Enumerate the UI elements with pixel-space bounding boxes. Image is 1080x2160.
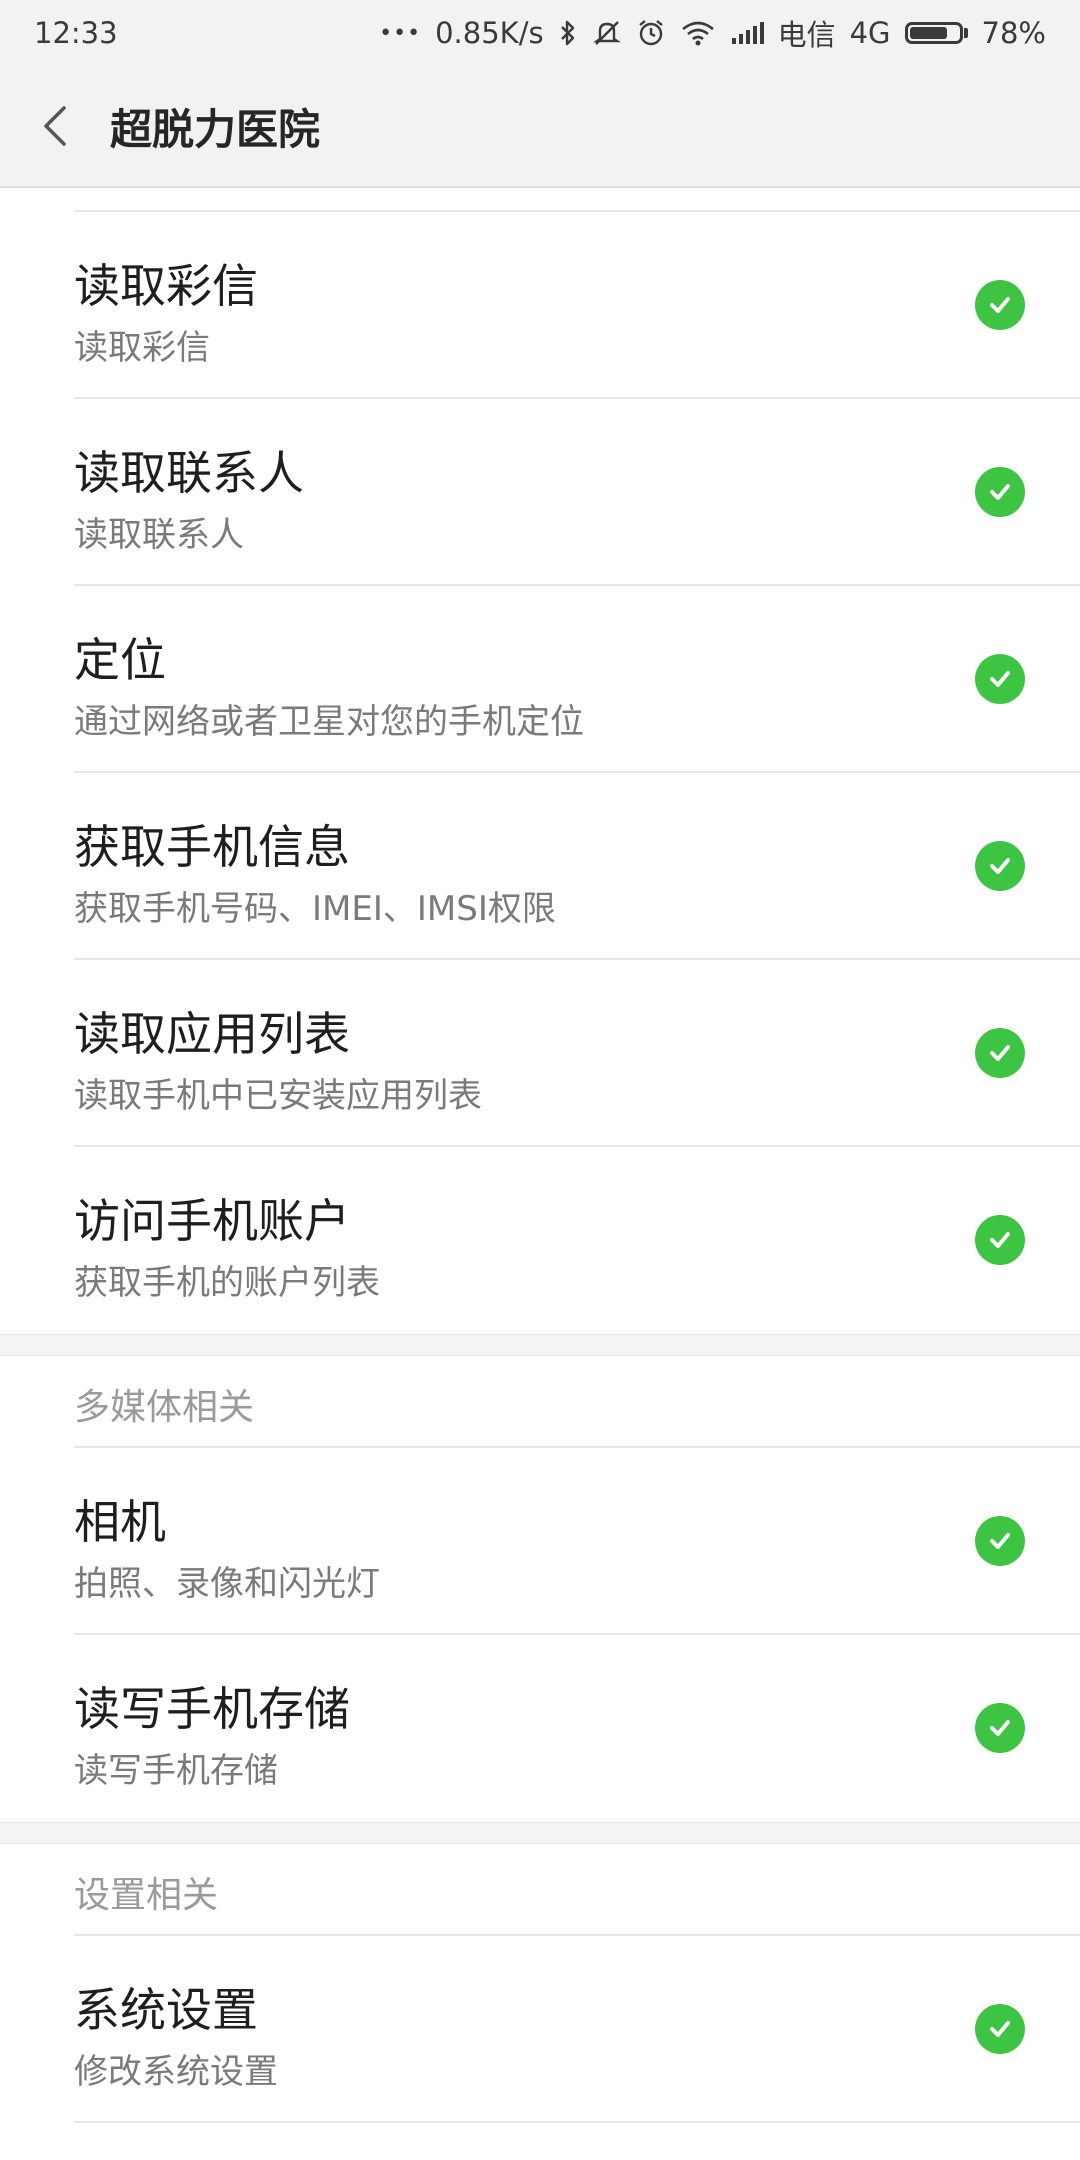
network-type: 4G bbox=[849, 16, 891, 50]
back-button[interactable] bbox=[0, 65, 110, 187]
permission-description: 读写手机存储 bbox=[74, 1751, 278, 1791]
section-header: 多媒体相关 bbox=[74, 1356, 1080, 1448]
permission-title: 访问手机账户 bbox=[74, 1194, 350, 1248]
page-title: 超脱力医院 bbox=[110, 104, 321, 154]
check-icon[interactable] bbox=[975, 1516, 1025, 1566]
status-time: 12:33 bbox=[34, 16, 118, 50]
status-bar: 12:33 ••• 0.85K/s 电信 4G 78% bbox=[0, 0, 1080, 66]
wifi-icon bbox=[680, 19, 716, 47]
permission-description: 修改系统设置 bbox=[74, 2052, 278, 2092]
permission-item[interactable]: 读取彩信 读取彩信 bbox=[74, 212, 1080, 399]
permission-title: 读写手机存储 bbox=[74, 1682, 350, 1736]
permission-description: 读取手机中已安装应用列表 bbox=[74, 1076, 482, 1116]
permission-item[interactable]: 访问手机账户获取手机的账户列表 bbox=[74, 1147, 1080, 1334]
check-icon[interactable] bbox=[975, 654, 1025, 704]
carrier-label: 电信 bbox=[777, 18, 836, 52]
permission-list[interactable]: 读取彩信 读取彩信 读取联系人 读取联系人 定位 通过网络或者卫星对您的手机定位 获取手机信… bbox=[0, 188, 1080, 2123]
permission-title: 系统设置 bbox=[74, 1983, 258, 2037]
section-header: 设置相关 bbox=[74, 1844, 1080, 1936]
permission-title: 读取应用列表 bbox=[74, 1007, 350, 1061]
more-dots: ••• bbox=[379, 20, 422, 46]
permission-item[interactable]: 读取联系人 读取联系人 bbox=[74, 399, 1080, 586]
alarm-icon bbox=[636, 18, 666, 48]
permission-title: 读取彩信 bbox=[74, 259, 258, 313]
check-icon[interactable] bbox=[975, 1215, 1025, 1265]
permission-item[interactable]: 读取应用列表读取手机中已安装应用列表 bbox=[74, 960, 1080, 1147]
status-icons: ••• 0.85K/s 电信 4G 78% bbox=[379, 12, 1046, 54]
check-icon[interactable] bbox=[975, 1703, 1025, 1753]
permission-item[interactable]: 读写手机存储 读写手机存储 bbox=[74, 1635, 1080, 1822]
permission-title: 相机 bbox=[74, 1495, 166, 1549]
permission-description: 读取彩信 bbox=[74, 328, 210, 368]
chevron-left-icon bbox=[44, 106, 66, 146]
permission-title: 定位 bbox=[74, 633, 166, 687]
check-icon[interactable] bbox=[975, 2004, 1025, 2054]
check-icon[interactable] bbox=[975, 1028, 1025, 1078]
network-speed: 0.85K/s bbox=[435, 16, 544, 50]
battery-icon bbox=[904, 22, 968, 44]
divider bbox=[74, 188, 1080, 212]
permission-item[interactable]: 相机拍照、录像和闪光灯 bbox=[74, 1448, 1080, 1635]
bluetooth-icon bbox=[558, 19, 578, 47]
permission-description: 拍照、录像和闪光灯 bbox=[74, 1564, 380, 1604]
permission-item[interactable]: 获取手机信息获取手机号码、IMEI、IMSI权限 bbox=[74, 773, 1080, 960]
section-header-label: 设置相关 bbox=[74, 1875, 219, 1916]
battery-percent: 78% bbox=[981, 16, 1046, 50]
section-gap bbox=[0, 1334, 1080, 1356]
app-header: 超脱力医院 bbox=[0, 66, 1080, 188]
permission-item[interactable]: 定位通过网络或者卫星对您的手机定位 bbox=[74, 586, 1080, 773]
signal-icon bbox=[730, 20, 764, 46]
section-header-label: 多媒体相关 bbox=[74, 1387, 255, 1428]
permission-title: 读取联系人 bbox=[74, 446, 304, 500]
permission-description: 获取手机号码、IMEI、IMSI权限 bbox=[74, 889, 556, 929]
permission-item[interactable]: 系统设置修改系统设置 bbox=[74, 1936, 1080, 2123]
section-gap bbox=[0, 1822, 1080, 1844]
permission-description: 获取手机的账户列表 bbox=[74, 1263, 380, 1303]
check-icon[interactable] bbox=[975, 280, 1025, 330]
mute-icon bbox=[592, 18, 622, 48]
permission-description: 通过网络或者卫星对您的手机定位 bbox=[74, 702, 584, 742]
permission-title: 获取手机信息 bbox=[74, 820, 350, 874]
check-icon[interactable] bbox=[975, 467, 1025, 517]
check-icon[interactable] bbox=[975, 841, 1025, 891]
permission-description: 读取联系人 bbox=[74, 515, 244, 555]
